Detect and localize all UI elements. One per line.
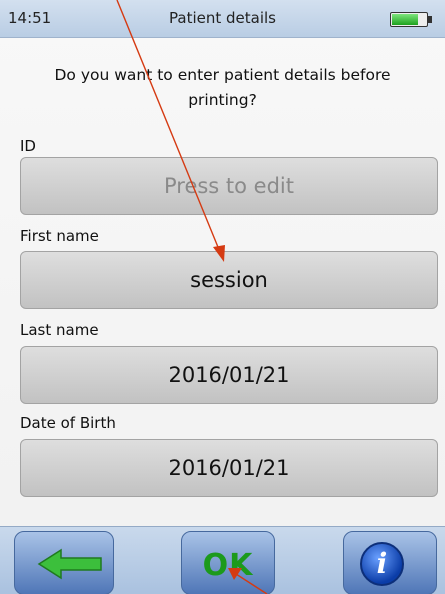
- last-name-field-button[interactable]: 2016/01/21: [20, 346, 438, 404]
- status-bar: 14:51 Patient details: [0, 0, 445, 38]
- last-name-label: Last name: [20, 321, 99, 339]
- ok-button[interactable]: OK: [181, 531, 275, 594]
- info-icon: i: [360, 542, 404, 586]
- battery-icon: [390, 12, 432, 27]
- screen-title: Patient details: [169, 9, 276, 27]
- patient-details-screen: 14:51 Patient details Do you want to ent…: [0, 0, 445, 594]
- id-label: ID: [20, 137, 36, 155]
- date-of-birth-label: Date of Birth: [20, 414, 116, 432]
- prompt-text: Do you want to enter patient details bef…: [54, 66, 391, 109]
- bottom-bar: OK i: [0, 526, 445, 594]
- battery-tip: [428, 16, 432, 23]
- ok-label: OK: [202, 548, 254, 583]
- first-name-field-button[interactable]: session: [20, 251, 438, 309]
- battery-level: [392, 14, 418, 25]
- date-of-birth-field-button[interactable]: 2016/01/21: [20, 439, 438, 497]
- back-button[interactable]: [14, 531, 114, 594]
- first-name-label: First name: [20, 227, 99, 245]
- id-field-button[interactable]: Press to edit: [20, 157, 438, 215]
- info-button[interactable]: i: [343, 531, 437, 594]
- back-arrow-icon: [37, 548, 102, 580]
